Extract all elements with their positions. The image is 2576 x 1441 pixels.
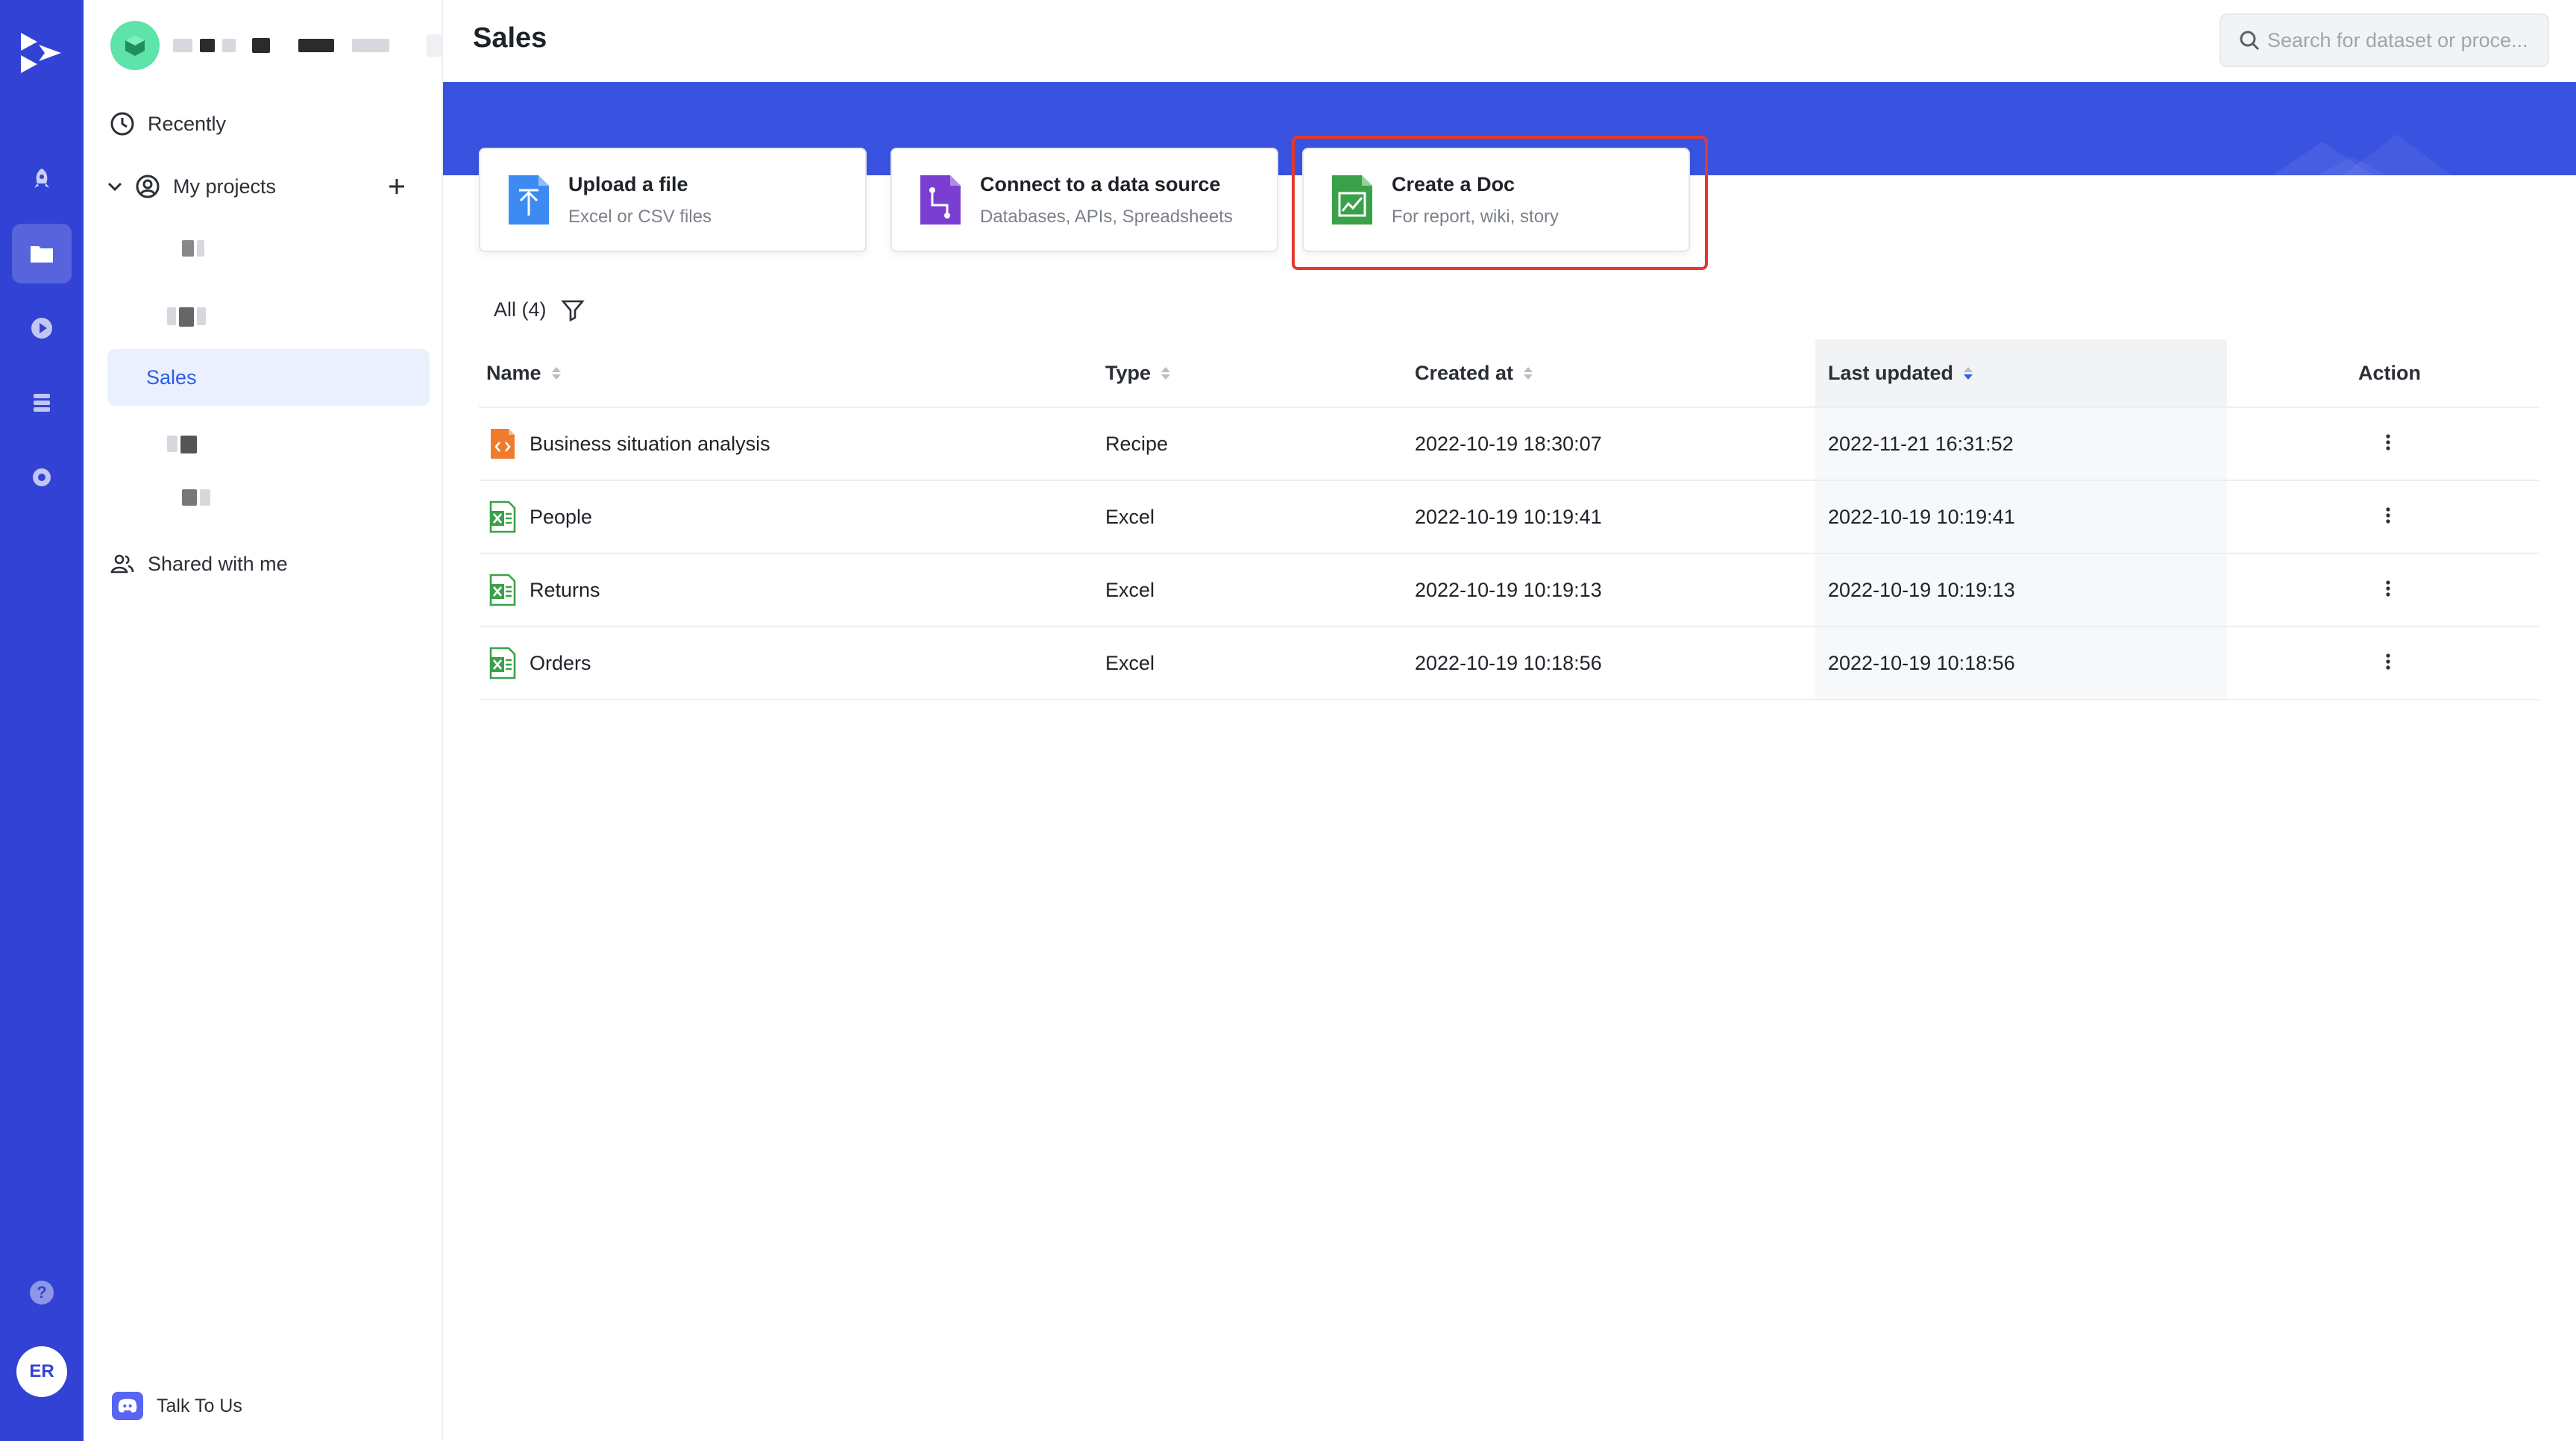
row-name: Business situation analysis <box>530 432 770 455</box>
run-nav-button[interactable] <box>12 298 72 358</box>
sort-icon[interactable] <box>1524 366 1533 380</box>
card-title: Upload a file <box>568 172 688 195</box>
page-title: Sales <box>473 22 547 54</box>
projects-nav-button[interactable] <box>12 224 72 283</box>
project-item-redacted[interactable] <box>182 489 210 506</box>
help-icon[interactable]: ? <box>30 1281 54 1305</box>
excel-icon <box>489 647 516 679</box>
excel-icon <box>489 500 516 533</box>
sort-icon[interactable] <box>1161 366 1171 380</box>
talk-label: Talk To Us <box>157 1395 242 1416</box>
users-icon <box>107 549 137 579</box>
top-bar: Sales Search for dataset or proce... <box>443 0 2576 82</box>
row-updated: 2022-11-21 16:31:52 <box>1828 432 2014 455</box>
table-header: Name Type Created at Last updated Action <box>479 339 2539 408</box>
talk-to-us-link[interactable]: Talk To Us <box>112 1392 242 1420</box>
app-logo-icon[interactable] <box>16 28 66 78</box>
recipe-icon <box>491 429 515 459</box>
sidebar-item-recently[interactable]: Recently <box>107 95 430 152</box>
workspace-name-redacted <box>173 34 442 57</box>
row-type: Excel <box>1105 651 1155 674</box>
row-name: People <box>530 505 593 528</box>
table-row[interactable]: Returns Excel 2022-10-19 10:19:13 2022-1… <box>479 554 2539 627</box>
explore-nav-button[interactable] <box>12 149 72 209</box>
sidebar-item-my-projects[interactable]: My projects <box>104 158 430 215</box>
settings-nav-button[interactable] <box>12 448 72 507</box>
banner-decoration <box>2272 134 2452 175</box>
icon-rail: ? ER <box>0 0 84 1441</box>
workspace-logo-icon <box>110 21 160 70</box>
project-item-redacted[interactable] <box>167 307 206 327</box>
datasets-table: Name Type Created at Last updated Action <box>479 339 2539 700</box>
sidebar-item-label: Sales <box>146 365 197 389</box>
column-header-type[interactable]: Type <box>1105 339 1171 406</box>
sidebar-item-shared[interactable]: Shared with me <box>107 536 430 592</box>
column-header-name[interactable]: Name <box>486 339 561 406</box>
row-created: 2022-10-19 10:19:41 <box>1415 505 1602 528</box>
more-options-icon[interactable] <box>2379 650 2397 676</box>
project-item-redacted[interactable] <box>167 436 197 453</box>
more-options-icon[interactable] <box>2379 577 2397 603</box>
folder-icon <box>31 246 53 263</box>
main-content: Sales Search for dataset or proce... Upl… <box>443 0 2576 1441</box>
row-updated: 2022-10-19 10:18:56 <box>1828 651 2015 674</box>
sidebar-item-label: Recently <box>148 112 227 135</box>
search-input[interactable]: Search for dataset or proce... <box>2220 13 2549 67</box>
row-type: Recipe <box>1105 432 1169 455</box>
highlight-box <box>1292 136 1708 270</box>
filter-all-label[interactable]: All (4) <box>494 298 547 321</box>
column-header-updated[interactable]: Last updated <box>1828 339 1973 406</box>
filter-icon[interactable] <box>560 297 585 322</box>
sort-icon[interactable] <box>1964 366 1973 380</box>
add-project-icon[interactable] <box>383 173 410 200</box>
row-updated: 2022-10-19 10:19:41 <box>1828 505 2015 528</box>
row-type: Excel <box>1105 578 1155 601</box>
user-avatar[interactable]: ER <box>16 1346 67 1397</box>
card-subtitle: Excel or CSV files <box>568 206 712 227</box>
sidebar-item-label: My projects <box>173 175 277 198</box>
row-name: Returns <box>530 578 600 601</box>
connect-icon <box>920 175 961 225</box>
table-row[interactable]: Orders Excel 2022-10-19 10:18:56 2022-10… <box>479 627 2539 700</box>
table-row[interactable]: People Excel 2022-10-19 10:19:41 2022-10… <box>479 481 2539 554</box>
upload-file-card[interactable]: Upload a file Excel or CSV files <box>479 148 867 252</box>
play-icon <box>31 318 52 339</box>
search-placeholder: Search for dataset or proce... <box>2267 28 2528 51</box>
table-row[interactable]: Business situation analysis Recipe 2022-… <box>479 408 2539 481</box>
row-created: 2022-10-19 10:18:56 <box>1415 651 1602 674</box>
sort-icon[interactable] <box>551 366 561 380</box>
column-header-action: Action <box>2358 361 2421 384</box>
excel-icon <box>489 574 516 606</box>
card-title: Connect to a data source <box>980 172 1221 195</box>
project-item-redacted[interactable] <box>182 240 204 257</box>
row-type: Excel <box>1105 505 1155 528</box>
data-nav-button[interactable] <box>12 373 72 433</box>
rocket-icon <box>34 169 49 188</box>
upload-icon <box>509 175 549 225</box>
row-name: Orders <box>530 651 591 674</box>
clock-icon <box>107 109 137 139</box>
filter-row: All (4) <box>494 297 585 322</box>
discord-icon <box>112 1392 143 1420</box>
connect-source-card[interactable]: Connect to a data source Databases, APIs… <box>890 148 1278 252</box>
row-created: 2022-10-19 18:30:07 <box>1415 432 1602 455</box>
database-icon <box>34 394 50 412</box>
sidebar-item-sales[interactable]: Sales <box>107 349 430 406</box>
column-header-created[interactable]: Created at <box>1415 339 1533 406</box>
project-sidebar: Recently My projects Sales Shared with m… <box>84 0 443 1441</box>
more-options-icon[interactable] <box>2379 504 2397 530</box>
row-created: 2022-10-19 10:19:13 <box>1415 578 1602 601</box>
sidebar-item-label: Shared with me <box>148 552 288 575</box>
row-updated: 2022-10-19 10:19:13 <box>1828 578 2015 601</box>
user-circle-icon <box>133 172 163 201</box>
chevron-down-icon[interactable] <box>104 176 125 197</box>
card-subtitle: Databases, APIs, Spreadsheets <box>980 206 1233 227</box>
more-options-icon[interactable] <box>2379 431 2397 456</box>
search-icon <box>2240 31 2260 51</box>
gear-icon <box>33 468 51 486</box>
workspace-header[interactable] <box>110 21 442 70</box>
